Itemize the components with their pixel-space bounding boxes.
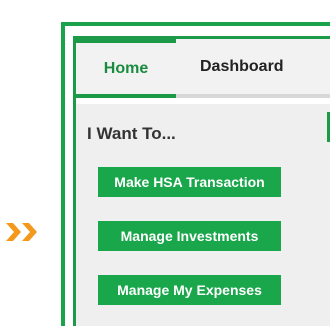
i-want-to-section: I Want To... Make HSA Transaction Manage… — [76, 104, 330, 326]
make-hsa-transaction-button[interactable]: Make HSA Transaction — [98, 167, 281, 197]
manage-investments-button[interactable]: Manage Investments — [98, 221, 281, 251]
page: Home Dashboard I Want To... Make HSA Tra… — [0, 0, 330, 326]
outer-frame: Home Dashboard I Want To... Make HSA Tra… — [61, 22, 330, 326]
home-panel: Home Dashboard I Want To... Make HSA Tra… — [73, 36, 330, 326]
tab-dashboard[interactable]: Dashboard — [176, 39, 330, 98]
tab-bar: Home Dashboard — [76, 39, 330, 98]
double-chevron-right-icon — [4, 220, 40, 244]
section-heading: I Want To... — [87, 124, 176, 143]
manage-my-expenses-button[interactable]: Manage My Expenses — [98, 275, 281, 305]
tab-home[interactable]: Home — [76, 39, 176, 98]
